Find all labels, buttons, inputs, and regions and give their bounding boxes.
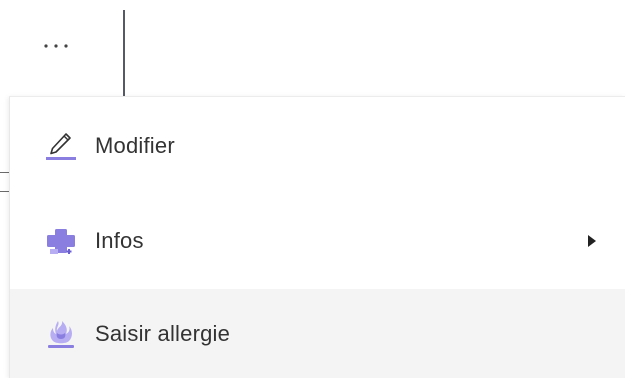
background-tick xyxy=(0,191,9,192)
menu-item-label: Modifier xyxy=(95,133,175,158)
menu-item-infos[interactable]: Infos xyxy=(10,195,625,287)
chevron-right-icon xyxy=(588,235,596,247)
menu-item-label: Infos xyxy=(95,228,144,253)
more-options-button[interactable] xyxy=(26,22,86,70)
menu-item-modifier[interactable]: Modifier xyxy=(10,100,625,192)
pencil-icon xyxy=(44,129,78,163)
screen: Modifier Infos Saisir allergie xyxy=(0,0,625,378)
medical-cross-icon xyxy=(44,224,78,258)
menu-item-label: Saisir allergie xyxy=(95,321,231,346)
menu-item-saisir-allergie[interactable]: Saisir allergie xyxy=(10,289,625,378)
allergy-icon xyxy=(44,317,78,351)
toolbar-divider xyxy=(123,10,125,96)
context-menu: Modifier Infos Saisir allergie xyxy=(9,96,625,378)
background-tick xyxy=(0,172,9,173)
ellipsis-icon xyxy=(44,44,68,48)
